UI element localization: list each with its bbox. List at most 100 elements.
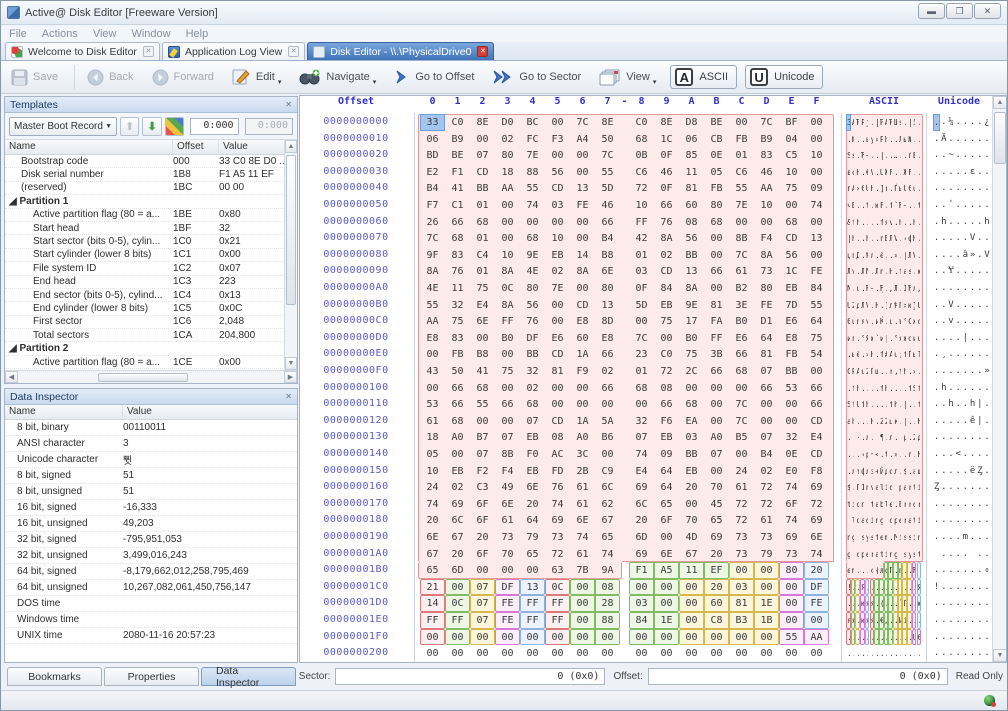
unicode-char[interactable]: . <box>955 214 962 231</box>
tab-1[interactable]: Application Log View✕ <box>162 42 305 60</box>
unicode-char[interactable]: . <box>933 263 940 280</box>
hex-byte[interactable]: 69 <box>545 512 570 529</box>
hex-byte[interactable]: 6F <box>779 496 804 513</box>
hex-byte[interactable]: 8B <box>495 446 520 463</box>
hex-byte[interactable]: 74 <box>595 546 620 563</box>
hex-byte[interactable]: B4 <box>754 446 779 463</box>
offset-field[interactable]: 0 (0x0) <box>648 668 948 685</box>
hex-byte[interactable]: 20 <box>470 529 495 546</box>
hex-byte[interactable]: 20 <box>704 579 729 596</box>
hex-byte[interactable]: 60 <box>704 595 729 612</box>
template-select[interactable]: Master Boot Record ▼ <box>9 117 117 136</box>
unicode-char[interactable]: . <box>976 645 983 662</box>
hex-byte[interactable]: 73 <box>729 546 754 563</box>
hex-byte[interactable]: 00 <box>679 629 704 646</box>
hex-byte[interactable]: EB <box>679 463 704 480</box>
hex-byte[interactable]: 01 <box>470 230 495 247</box>
unicode-char[interactable]: . <box>955 579 962 596</box>
hex-byte[interactable]: BE <box>704 114 729 131</box>
unicode-char[interactable]: . <box>933 512 940 529</box>
hex-byte[interactable]: 02 <box>654 247 679 264</box>
unicode-char[interactable]: ! <box>933 579 940 596</box>
unicode-char[interactable]: . <box>940 280 947 297</box>
unicode-char[interactable]: . <box>947 363 954 380</box>
unicode-char[interactable]: . <box>976 147 983 164</box>
inspector-row[interactable]: 64 bit, signed-8,179,662,012,258,795,469 <box>5 564 297 580</box>
unicode-char[interactable]: . <box>940 595 947 612</box>
template-offset-field[interactable]: 0:000 <box>190 118 238 135</box>
unicode-char[interactable]: . <box>969 562 976 579</box>
hex-byte[interactable]: 11 <box>445 280 470 297</box>
hex-byte[interactable]: 5A <box>595 413 620 430</box>
unicode-char[interactable]: . <box>983 180 990 197</box>
hex-byte[interactable]: FE <box>570 197 595 214</box>
hex-byte[interactable]: 00 <box>729 114 754 131</box>
hex-byte[interactable]: 00 <box>570 164 595 181</box>
unicode-char[interactable]: . <box>976 496 983 513</box>
unicode-char[interactable]: . <box>933 247 940 264</box>
unicode-char[interactable]: . <box>962 164 969 181</box>
hex-byte[interactable]: 69 <box>804 479 829 496</box>
hex-byte[interactable]: 00 <box>729 214 754 231</box>
hex-byte[interactable]: 00 <box>804 247 829 264</box>
inspector-row[interactable]: Unicode character쀳 <box>5 452 297 468</box>
ascii-char[interactable]: U <box>917 297 922 314</box>
unicode-char[interactable]: » <box>983 363 990 380</box>
hex-byte[interactable]: 72 <box>545 546 570 563</box>
hex-byte[interactable]: 55 <box>804 297 829 314</box>
unicode-char[interactable]: . <box>933 595 940 612</box>
hex-byte[interactable]: C0 <box>654 346 679 363</box>
hex-byte[interactable]: 68 <box>629 131 654 148</box>
hex-byte[interactable]: 83 <box>445 247 470 264</box>
hex-byte[interactable]: 66 <box>654 396 679 413</box>
hex-byte[interactable]: 74 <box>779 512 804 529</box>
unicode-char[interactable]: . <box>955 363 962 380</box>
hex-byte[interactable]: 75 <box>779 180 804 197</box>
hex-byte[interactable]: 67 <box>420 546 445 563</box>
unicode-char[interactable]: . <box>962 380 969 397</box>
unicode-char[interactable]: . <box>983 131 990 148</box>
hex-byte[interactable]: 54 <box>804 346 829 363</box>
unicode-char[interactable]: . <box>955 479 962 496</box>
ascii-char[interactable]: . <box>912 595 917 612</box>
hex-byte[interactable]: 00 <box>570 214 595 231</box>
hex-byte[interactable]: 20 <box>679 479 704 496</box>
hex-byte[interactable]: 6D <box>445 562 470 579</box>
scroll-right-icon[interactable]: ▶ <box>284 371 297 383</box>
hex-byte[interactable]: 1C <box>654 131 679 148</box>
unicode-char[interactable]: . <box>940 363 947 380</box>
hex-byte[interactable]: 7C <box>754 114 779 131</box>
hex-byte[interactable]: 55 <box>420 297 445 314</box>
unicode-char[interactable]: . <box>983 629 990 646</box>
ascii-char[interactable]: i <box>917 479 922 496</box>
hex-byte[interactable]: 00 <box>545 313 570 330</box>
unicode-char[interactable]: h <box>969 396 976 413</box>
hex-byte[interactable]: E4 <box>629 463 654 480</box>
unicode-toggle-button[interactable]: U Unicode <box>745 65 823 89</box>
hex-byte[interactable]: CB <box>704 131 729 148</box>
hex-byte[interactable]: 00 <box>629 645 654 662</box>
unicode-char[interactable]: . <box>962 280 969 297</box>
unicode-char[interactable]: . <box>947 496 954 513</box>
hex-byte[interactable]: 81 <box>679 180 704 197</box>
hex-byte[interactable]: 00 <box>804 363 829 380</box>
hex-byte[interactable]: 07 <box>470 446 495 463</box>
unicode-char[interactable]: . <box>983 645 990 662</box>
hex-byte[interactable]: 66 <box>445 380 470 397</box>
hex-byte[interactable]: 32 <box>629 413 654 430</box>
unicode-char[interactable]: ȁ <box>962 247 969 264</box>
hex-byte[interactable]: 88 <box>595 612 620 629</box>
unicode-char[interactable]: V <box>969 230 976 247</box>
hex-byte[interactable]: E4 <box>470 297 495 314</box>
hex-byte[interactable]: A0 <box>570 429 595 446</box>
unicode-char[interactable]: . <box>947 247 954 264</box>
unicode-char[interactable]: . <box>962 180 969 197</box>
hex-byte[interactable]: 13 <box>595 297 620 314</box>
hex-byte[interactable]: 6C <box>445 512 470 529</box>
ascii-char[interactable]: d <box>917 313 922 330</box>
hex-byte[interactable]: 00 <box>595 396 620 413</box>
unicode-char[interactable]: m <box>962 529 969 546</box>
panel-tab-bookmarks[interactable]: Bookmarks <box>7 667 102 686</box>
unicode-char[interactable]: . <box>940 529 947 546</box>
unicode-char[interactable]: . <box>955 330 962 347</box>
